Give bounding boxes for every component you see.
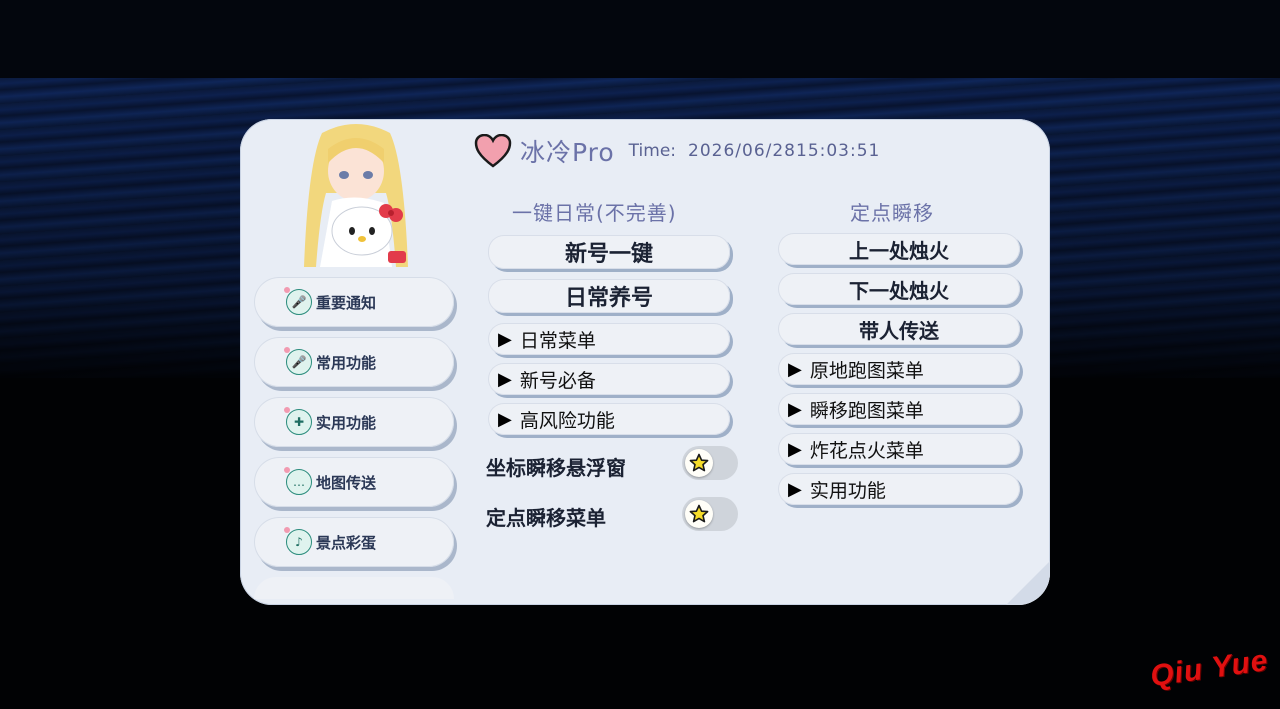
avatar — [292, 123, 420, 267]
menu-label: 实用功能 — [809, 479, 886, 502]
sidebar-item-scenic-easter-egg[interactable]: ♪ 景点彩蛋 — [254, 517, 454, 567]
chat-bubble-icon: … — [284, 467, 312, 495]
previous-candle-button[interactable]: 上一处烛火 — [778, 233, 1020, 265]
utility-functions-menu-button[interactable]: ▶ 实用功能 — [778, 473, 1020, 505]
triangle-right-icon: ▶ — [788, 438, 802, 460]
triangle-right-icon: ▶ — [788, 358, 802, 380]
right-column-title: 定点瞬移 — [850, 201, 934, 225]
microphone-icon: 🎤 — [284, 287, 312, 315]
triangle-right-icon: ▶ — [498, 408, 512, 430]
menu-label: 原地跑图菜单 — [809, 359, 924, 382]
teleport-run-map-menu-button[interactable]: ▶ 瞬移跑图菜单 — [778, 393, 1020, 425]
menu-label: 炸花点火菜单 — [809, 439, 924, 462]
triangle-right-icon: ▶ — [498, 368, 512, 390]
button-label: 带人传送 — [859, 318, 939, 343]
sidebar-item-common-functions[interactable]: 🎤 常用功能 — [254, 337, 454, 387]
carry-teleport-button[interactable]: 带人传送 — [778, 313, 1020, 345]
daily-menu-button[interactable]: ▶ 日常菜单 — [488, 323, 730, 355]
firework-light-menu-button[interactable]: ▶ 炸花点火菜单 — [778, 433, 1020, 465]
button-label: 新号一键 — [564, 242, 653, 267]
button-label: 日常养号 — [564, 286, 653, 311]
button-label: 上一处烛火 — [849, 238, 949, 263]
sidebar-item-label: 常用功能 — [316, 353, 377, 372]
sidebar-item-partial[interactable] — [254, 577, 454, 599]
coordinate-teleport-float-label: 坐标瞬移悬浮窗 — [486, 456, 626, 480]
time-value: 2026/06/2815:03:51 — [688, 141, 881, 161]
triangle-right-icon: ▶ — [498, 328, 512, 350]
star-icon — [685, 449, 713, 477]
high-risk-functions-button[interactable]: ▶ 高风险功能 — [488, 403, 730, 435]
button-label: 下一处烛火 — [849, 278, 949, 303]
menu-label: 高风险功能 — [519, 409, 615, 432]
time-label: Time: — [628, 141, 677, 161]
menu-label: 瞬移跑图菜单 — [809, 399, 924, 422]
left-column-title: 一键日常(不完善) — [512, 201, 677, 225]
sidebar-item-map-teleport[interactable]: … 地图传送 — [254, 457, 454, 507]
triangle-right-icon: ▶ — [788, 478, 802, 500]
background-top — [0, 0, 1280, 78]
fixed-point-teleport-menu-toggle[interactable] — [682, 497, 738, 531]
main-panel: 🎤 重要通知 🎤 常用功能 ✚ 实用功能 … 地图传送 ♪ 景点彩蛋 冰冷Pro… — [240, 119, 1050, 605]
daily-maintenance-button[interactable]: 日常养号 — [488, 279, 730, 313]
sidebar-item-label: 地图传送 — [316, 473, 377, 492]
new-account-essentials-button[interactable]: ▶ 新号必备 — [488, 363, 730, 395]
header: 冰冷Pro Time: 2026/06/2815:03:51 — [474, 133, 880, 169]
sidebar-item-important-notice[interactable]: 🎤 重要通知 — [254, 277, 454, 327]
microphone-icon: 🎤 — [284, 347, 312, 375]
sidebar: 🎤 重要通知 🎤 常用功能 ✚ 实用功能 … 地图传送 ♪ 景点彩蛋 — [254, 277, 460, 605]
sidebar-item-label: 重要通知 — [316, 293, 377, 312]
panel-corner-fold — [1006, 561, 1050, 605]
app-title: 冰冷Pro — [520, 138, 615, 167]
next-candle-button[interactable]: 下一处烛火 — [778, 273, 1020, 305]
heart-icon — [474, 133, 512, 169]
gamepad-icon: ✚ — [284, 407, 312, 435]
triangle-right-icon: ▶ — [788, 398, 802, 420]
new-account-one-click-button[interactable]: 新号一键 — [488, 235, 730, 269]
sidebar-item-utility-functions[interactable]: ✚ 实用功能 — [254, 397, 454, 447]
fixed-point-teleport-menu-label: 定点瞬移菜单 — [486, 506, 606, 530]
music-note-icon: ♪ — [284, 527, 312, 555]
in-place-run-map-menu-button[interactable]: ▶ 原地跑图菜单 — [778, 353, 1020, 385]
sidebar-item-label: 景点彩蛋 — [316, 533, 377, 552]
menu-label: 日常菜单 — [519, 329, 596, 352]
star-icon — [685, 500, 713, 528]
sidebar-item-label: 实用功能 — [316, 413, 377, 432]
menu-label: 新号必备 — [519, 369, 596, 392]
coordinate-teleport-float-toggle[interactable] — [682, 446, 738, 480]
